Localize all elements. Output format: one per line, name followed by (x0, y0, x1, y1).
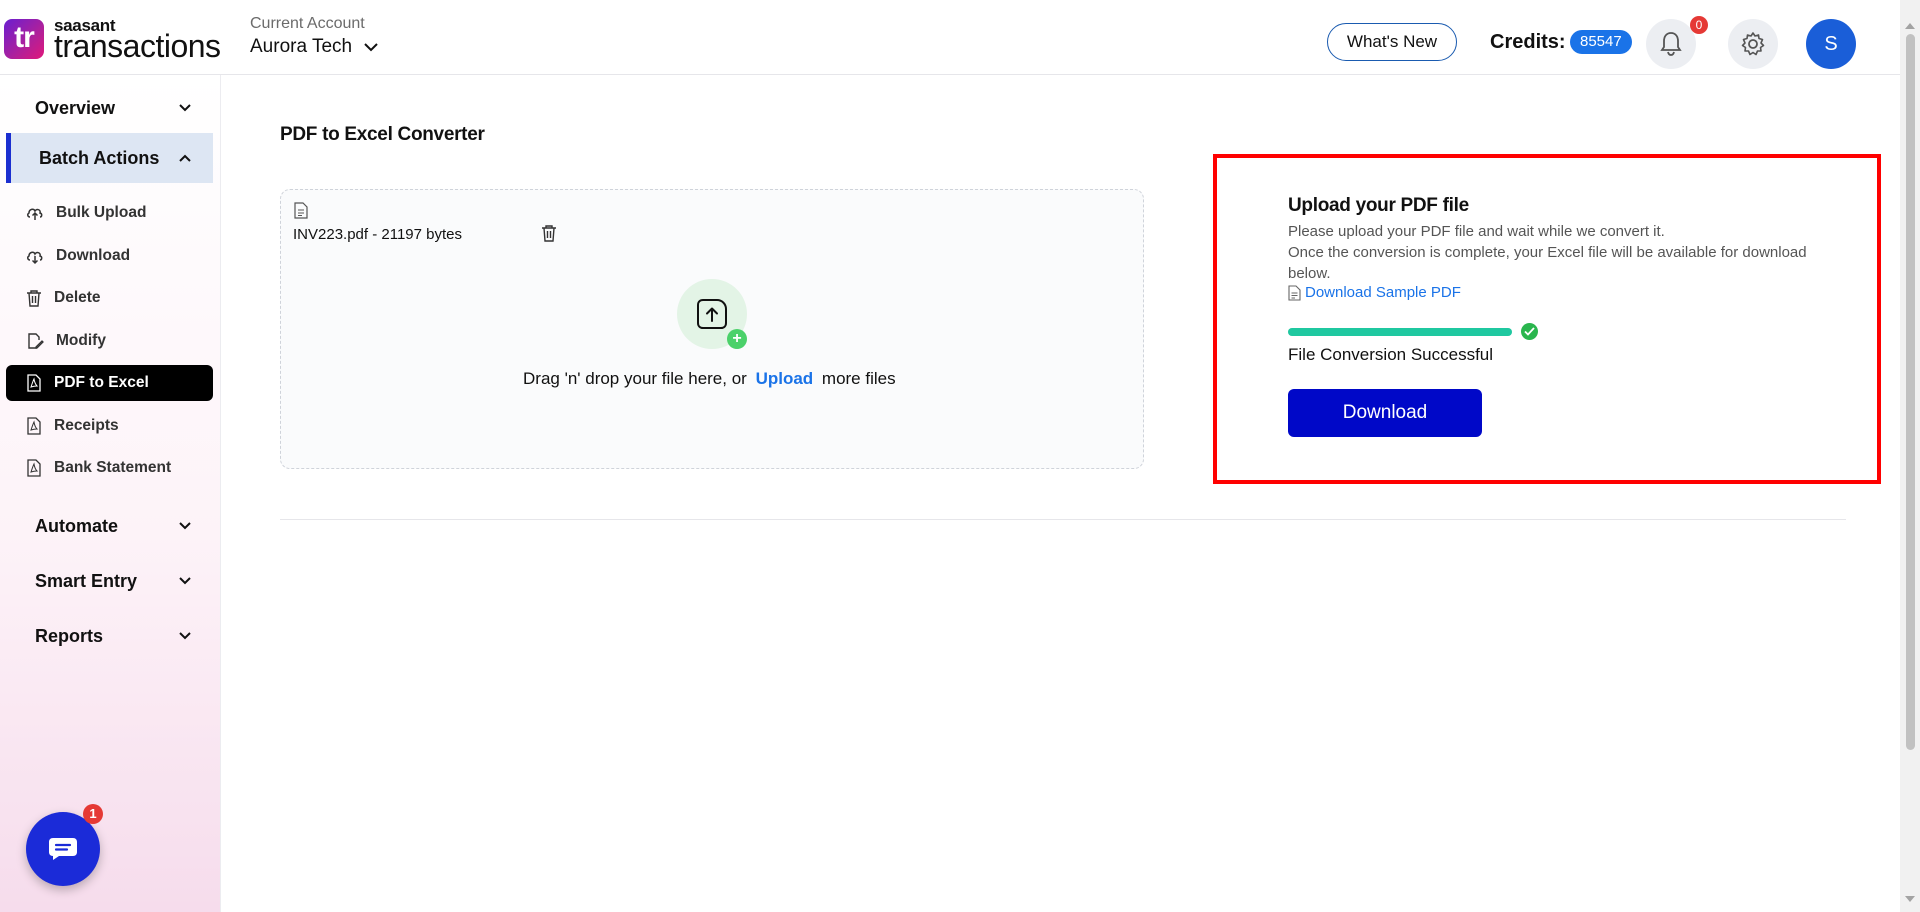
sidebar-item-bank-statement[interactable]: Bank Statement (6, 450, 213, 486)
bell-icon (1660, 32, 1682, 56)
sidebar-item-label: Modify (56, 332, 106, 349)
credits-badge: 85547 (1570, 30, 1632, 54)
file-icon (1288, 284, 1301, 301)
section-divider (280, 519, 1846, 520)
sidebar-section-label: Automate (35, 515, 119, 536)
conversion-status: File Conversion Successful (1288, 345, 1494, 364)
sidebar-item-delete[interactable]: Delete (6, 280, 213, 316)
sidebar-section-reports[interactable]: Reports (6, 611, 213, 661)
sidebar: Overview Batch Actions Bulk Upload Downl… (0, 75, 221, 912)
sidebar-section-label: Reports (35, 625, 104, 646)
download-button[interactable]: Download (1288, 389, 1482, 437)
user-avatar[interactable]: S (1806, 19, 1856, 69)
sidebar-item-label: Download (56, 247, 131, 264)
sidebar-section-batch-actions[interactable]: Batch Actions (6, 133, 213, 183)
sidebar-section-overview[interactable]: Overview (6, 83, 213, 133)
chevron-down-icon (364, 43, 378, 52)
delete-file-icon[interactable] (541, 224, 557, 242)
upload-link[interactable]: Upload (756, 369, 814, 388)
conversion-progress-bar (1288, 328, 1512, 336)
sidebar-section-automate[interactable]: Automate (6, 501, 213, 551)
page-title: PDF to Excel Converter (280, 124, 485, 145)
notifications-button[interactable] (1646, 19, 1696, 69)
settings-button[interactable] (1728, 19, 1778, 69)
download-sample-label: Download Sample PDF (1305, 284, 1461, 301)
chevron-down-icon (179, 104, 191, 112)
logo-mark: tr (4, 19, 44, 59)
credits-label: Credits: (1490, 31, 1566, 53)
account-name: Aurora Tech (250, 36, 353, 57)
logo-brand-large: transactions (54, 28, 221, 64)
download-sample-link[interactable]: Download Sample PDF (1288, 284, 1461, 301)
account-label: Current Account (250, 15, 365, 32)
whats-new-button[interactable]: What's New (1327, 23, 1457, 61)
sidebar-section-label: Smart Entry (35, 570, 138, 591)
gear-icon (1741, 32, 1765, 56)
pdf-icon (27, 374, 41, 392)
sidebar-item-modify[interactable]: Modify (6, 323, 213, 359)
file-icon (294, 202, 308, 219)
panel-title: Upload your PDF file (1288, 195, 1469, 216)
chat-unread-badge: 1 (83, 804, 103, 824)
sidebar-section-label: Overview (35, 97, 116, 118)
account-selector[interactable]: Aurora Tech (250, 36, 378, 58)
plus-icon: + (727, 329, 747, 349)
top-header: tr saasant transactions Current Account … (0, 0, 1900, 75)
chevron-up-icon (179, 154, 191, 162)
chat-icon (49, 838, 77, 860)
sidebar-section-smart-entry[interactable]: Smart Entry (6, 556, 213, 606)
dropzone-text-end: more files (821, 369, 896, 388)
chevron-down-icon (179, 577, 191, 585)
edit-file-icon (28, 333, 44, 349)
uploaded-file-name: INV223.pdf - 21197 bytes (293, 226, 462, 243)
sidebar-item-label: Receipts (54, 417, 119, 434)
chevron-down-icon (179, 632, 191, 640)
chevron-down-icon (179, 522, 191, 530)
panel-description-line: Once the conversion is complete, your Ex… (1288, 244, 1807, 282)
pdf-icon (27, 417, 41, 435)
notification-count-badge: 0 (1690, 16, 1708, 34)
progress-fill (1288, 328, 1512, 336)
cloud-download-icon (27, 251, 43, 265)
sidebar-item-label: Bank Statement (54, 459, 172, 476)
sidebar-item-label: PDF to Excel (54, 374, 149, 391)
sidebar-section-label: Batch Actions (39, 147, 160, 168)
panel-description-line: Please upload your PDF file and wait whi… (1288, 223, 1665, 240)
file-upload-icon (697, 299, 727, 329)
scrollbar-thumb[interactable] (1906, 34, 1915, 750)
sidebar-item-label: Delete (54, 289, 101, 306)
success-check-icon (1521, 323, 1538, 340)
dropzone-text: Drag 'n' drop your file here, or (523, 369, 747, 388)
panel-description: Please upload your PDF file and wait whi… (1288, 221, 1848, 284)
sidebar-item-download[interactable]: Download (6, 238, 213, 274)
sidebar-item-bulk-upload[interactable]: Bulk Upload (6, 195, 213, 231)
trash-icon (27, 290, 41, 307)
cloud-upload-icon (27, 208, 43, 220)
scroll-down-arrow-icon[interactable] (1905, 896, 1915, 903)
sidebar-item-label: Bulk Upload (56, 204, 147, 221)
pdf-icon (27, 459, 41, 477)
sidebar-item-pdf-to-excel[interactable]: PDF to Excel (6, 365, 213, 401)
scroll-up-arrow-icon[interactable] (1905, 22, 1915, 29)
sidebar-item-receipts[interactable]: Receipts (6, 408, 213, 444)
